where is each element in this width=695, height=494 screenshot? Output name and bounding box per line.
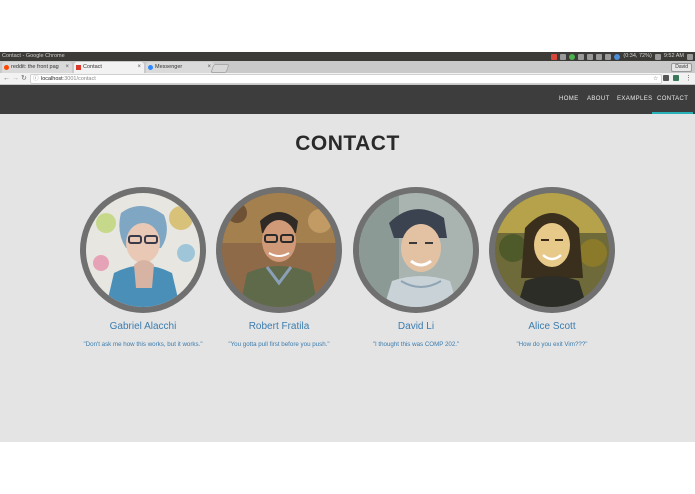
close-icon[interactable]: × — [137, 62, 141, 73]
notification-icon[interactable] — [605, 53, 612, 60]
portrait-image — [495, 193, 609, 307]
page-title: CONTACT — [295, 132, 400, 155]
extension-icon[interactable] — [673, 75, 679, 81]
browser-toolbar: ← → ↻ ⓘ localhost:3001/contact ☆ ⋮ — [0, 73, 695, 85]
tab-label: Messenger — [155, 64, 183, 70]
mail-icon[interactable] — [551, 53, 558, 60]
new-tab-button[interactable] — [210, 64, 230, 73]
tab-messenger[interactable]: Messenger × — [146, 62, 214, 73]
reddit-icon — [4, 65, 9, 70]
avatar — [353, 187, 479, 313]
system-tray: (0:34, 72%) 9:52 AM — [551, 52, 693, 61]
portrait-image — [222, 193, 336, 307]
settings-gear-icon[interactable] — [687, 53, 693, 60]
nav-examples[interactable]: EXAMPLES — [617, 85, 653, 114]
clock[interactable]: 9:52 AM — [664, 52, 684, 61]
tab-strip: reddit: the front pag × Contact × Messen… — [0, 61, 695, 73]
avatar — [216, 187, 342, 313]
nav-about[interactable]: ABOUT — [587, 85, 610, 114]
tab-reddit[interactable]: reddit: the front pag × — [2, 62, 72, 73]
portrait-image — [359, 193, 473, 307]
site-navbar: HOME ABOUT EXAMPLES CONTACT — [0, 85, 695, 114]
tab-label: Contact — [83, 64, 102, 70]
site-icon — [76, 65, 81, 70]
forward-icon[interactable]: → — [12, 74, 19, 83]
avatar — [489, 187, 615, 313]
person-name: Alice Scott — [528, 321, 576, 332]
cloud-icon[interactable] — [560, 53, 567, 60]
tab-label: reddit: the front pag — [11, 64, 59, 70]
avatar — [80, 187, 206, 313]
portrait-image — [86, 193, 200, 307]
url-text: localhost:3001/contact — [41, 75, 96, 83]
nav-home[interactable]: HOME — [559, 85, 579, 114]
profile-button[interactable]: David — [671, 63, 692, 72]
bookmark-star-icon[interactable]: ☆ — [653, 75, 658, 83]
os-top-bar: Contact - Google Chrome (0:34, 72%) 9:52… — [0, 52, 695, 61]
nav-contact[interactable]: CONTACT — [651, 85, 694, 114]
extension-icon[interactable] — [663, 75, 669, 81]
messenger-icon — [148, 65, 153, 70]
info-icon[interactable]: ⓘ — [33, 75, 39, 83]
wifi-icon[interactable] — [578, 53, 585, 60]
volume-icon[interactable] — [654, 53, 661, 60]
battery-icon[interactable] — [614, 53, 621, 60]
person-quote: "How do you exit Vim???" — [516, 341, 588, 348]
chrome-icon[interactable] — [569, 53, 576, 60]
url-host: localhost — [41, 76, 63, 82]
url-path: :3001/contact — [62, 76, 96, 82]
address-bar[interactable]: ⓘ localhost:3001/contact ☆ — [30, 74, 662, 84]
reload-icon[interactable]: ↻ — [21, 74, 27, 83]
bluetooth-icon[interactable] — [596, 53, 603, 60]
battery-status: (0:34, 72%) — [623, 53, 652, 59]
keyboard-icon[interactable] — [587, 53, 594, 60]
back-icon[interactable]: ← — [3, 74, 10, 83]
tab-contact[interactable]: Contact × — [74, 62, 144, 73]
close-icon[interactable]: × — [65, 62, 69, 73]
menu-icon[interactable]: ⋮ — [685, 74, 692, 83]
window-title: Contact - Google Chrome — [2, 53, 65, 59]
browser-window: Contact - Google Chrome (0:34, 72%) 9:52… — [0, 52, 695, 442]
